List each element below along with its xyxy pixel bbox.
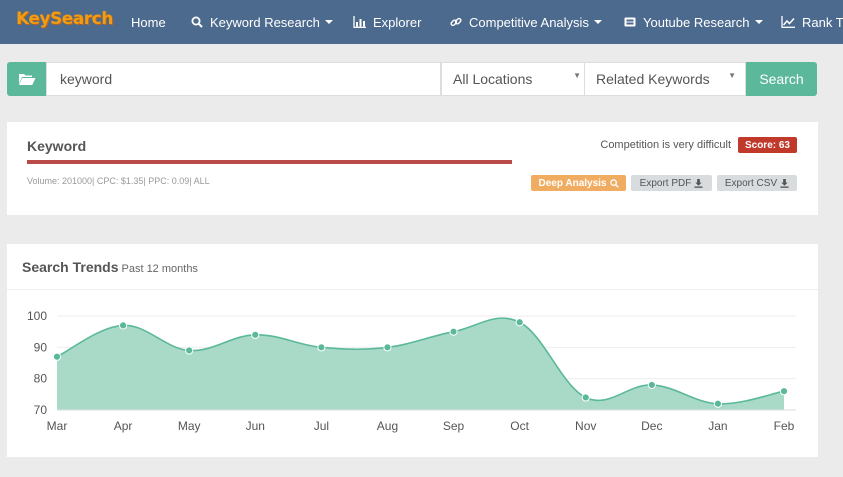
- y-tick-label: 70: [34, 403, 48, 417]
- search-trends-panel: Search Trends Past 12 months 70 80 90 100 Mar…: [7, 244, 818, 457]
- nav-home-label: Home: [131, 14, 166, 30]
- keyword-search-input[interactable]: [46, 62, 441, 96]
- trend-point-jan: [713, 399, 723, 408]
- deep-analysis-button[interactable]: Deep Analysis: [531, 175, 626, 191]
- folder-open-icon: [18, 74, 35, 85]
- trend-point-nov: [581, 393, 590, 402]
- location-select-value: All Locations: [453, 71, 533, 87]
- search-trends-chart: 70 80 90 100 Mar Apr May Jun Jul Aug Sep Oct Nov Dec J…: [27, 309, 796, 433]
- nav-rank-tracker[interactable]: Rank Tr: [781, 0, 843, 44]
- nav-youtube-research[interactable]: Youtube Research: [624, 0, 763, 44]
- nav-competitive-analysis-label: Competitive Analysis: [469, 14, 589, 30]
- keyword-mode-select-value: Related Keywords: [596, 71, 710, 87]
- difficulty-bar: [27, 160, 512, 164]
- export-pdf-button[interactable]: Export PDF: [631, 175, 712, 191]
- trend-point-mar: [52, 352, 62, 361]
- keyword-mode-select[interactable]: Related Keywords ▼: [584, 62, 746, 96]
- x-tick-label: Jan: [708, 419, 727, 433]
- x-tick-label: Oct: [510, 419, 529, 433]
- download-icon: [694, 178, 703, 188]
- select-arrow-icon: ▼: [573, 71, 581, 80]
- x-tick-label: Mar: [47, 419, 68, 433]
- x-tick-label: Feb: [774, 419, 795, 433]
- y-tick-label: 80: [34, 372, 48, 386]
- y-tick-label: 90: [34, 340, 48, 354]
- nav-keyword-research[interactable]: Keyword Research: [191, 0, 333, 44]
- logo-text: KeySearch: [16, 9, 113, 29]
- top-navbar: KeySearch Home Keyword Research Explorer…: [0, 0, 843, 44]
- link-icon: [450, 17, 462, 27]
- x-tick-label: Sep: [443, 419, 465, 433]
- keyword-metrics: Volume: 201000| CPC: $1.35| PPC: 0.09| A…: [27, 176, 210, 186]
- keyword-panel: Keyword Volume: 201000| CPC: $1.35| PPC:…: [7, 122, 818, 215]
- search-icon: [191, 16, 203, 28]
- x-tick-label: Jul: [314, 419, 329, 433]
- video-icon: [624, 17, 636, 27]
- download-icon: [780, 178, 789, 188]
- x-tick-label: Aug: [377, 419, 398, 433]
- deep-analysis-label: Deep Analysis: [538, 177, 607, 189]
- keysearch-logo[interactable]: KeySearch: [16, 9, 113, 29]
- nav-home[interactable]: Home: [131, 0, 166, 44]
- export-pdf-label: Export PDF: [639, 177, 692, 189]
- open-folder-button[interactable]: [7, 62, 46, 96]
- select-arrow-icon: ▼: [728, 71, 736, 80]
- x-tick-label: Dec: [641, 419, 662, 433]
- search-button[interactable]: Search: [746, 62, 817, 96]
- trend-point-jul: [317, 343, 326, 352]
- keyword-title: Keyword: [27, 138, 87, 154]
- line-chart-icon: [781, 16, 795, 28]
- trend-point-apr: [118, 321, 128, 330]
- nav-rank-tracker-label: Rank Tr: [802, 14, 843, 30]
- trend-area: [57, 318, 784, 410]
- competition-text: Competition is very difficult: [600, 139, 731, 151]
- trend-point-jun: [251, 330, 260, 339]
- x-tick-label: Jun: [246, 419, 265, 433]
- trend-point-sep: [449, 327, 458, 336]
- export-csv-button[interactable]: Export CSV: [717, 175, 797, 191]
- x-tick-label: Apr: [114, 419, 133, 433]
- trend-point-oct: [515, 318, 524, 327]
- x-tick-label: Nov: [575, 419, 596, 433]
- bar-chart-icon: [353, 16, 366, 28]
- export-csv-label: Export CSV: [724, 177, 778, 189]
- chevron-down-icon: [324, 20, 333, 24]
- trend-point-feb: [779, 387, 789, 396]
- location-select[interactable]: All Locations ▼: [441, 62, 591, 96]
- nav-youtube-research-label: Youtube Research: [643, 14, 750, 30]
- search-row: All Locations ▼ Related Keywords ▼ Searc…: [7, 62, 817, 96]
- x-tick-label: May: [178, 419, 201, 433]
- nav-competitive-analysis[interactable]: Competitive Analysis: [450, 0, 602, 44]
- nav-explorer-label: Explorer: [373, 14, 422, 30]
- search-icon: [609, 178, 619, 188]
- trend-point-dec: [647, 380, 656, 390]
- trend-point-may: [185, 346, 194, 355]
- nav-explorer[interactable]: Explorer: [353, 0, 421, 44]
- chevron-down-icon: [754, 20, 763, 24]
- chevron-down-icon: [593, 20, 602, 24]
- trend-point-aug: [383, 343, 392, 352]
- nav-keyword-research-label: Keyword Research: [210, 14, 320, 30]
- score-badge: Score: 63: [737, 137, 797, 153]
- y-tick-label: 100: [27, 309, 47, 323]
